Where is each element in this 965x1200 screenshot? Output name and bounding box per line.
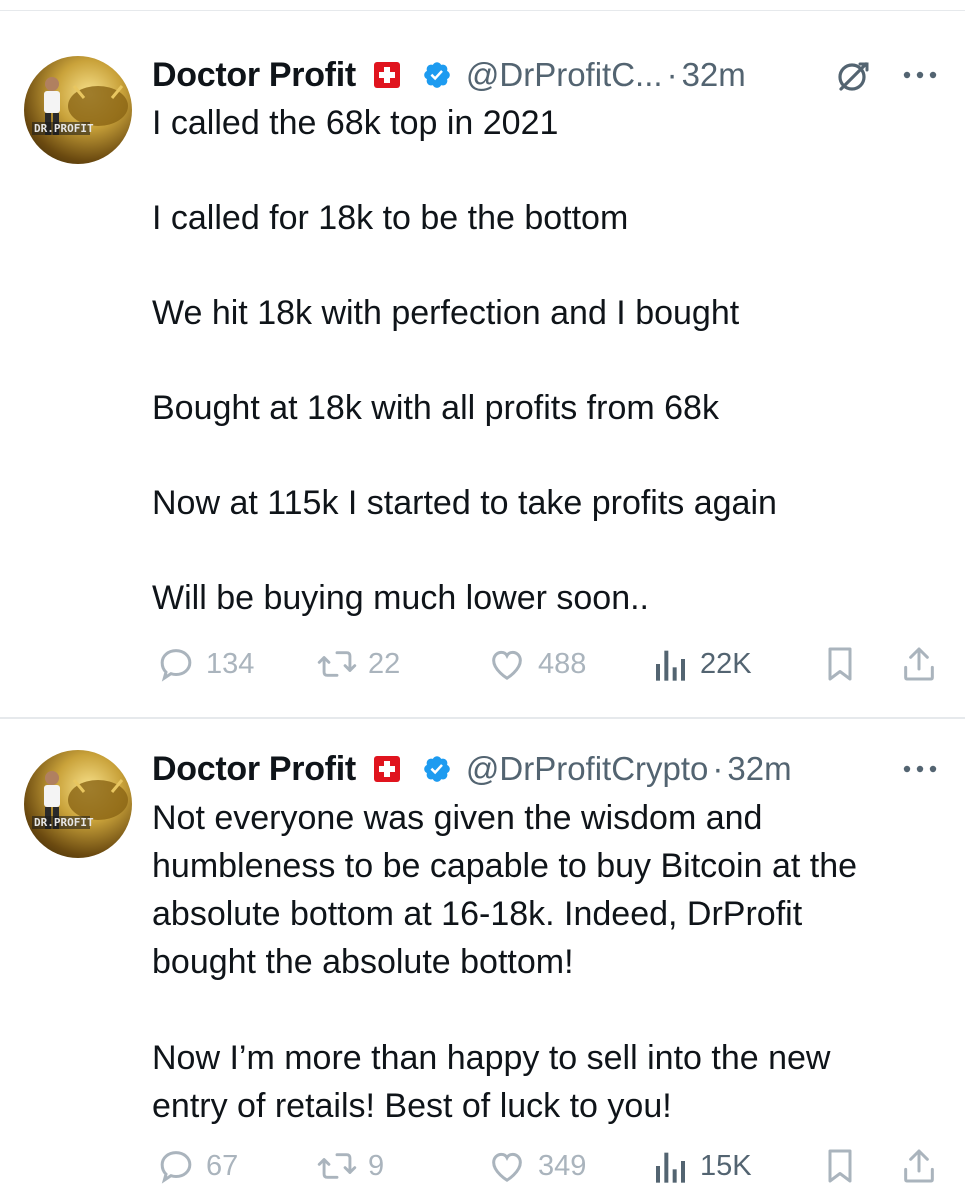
heart-icon [492, 650, 522, 680]
views-button[interactable]: 15K [652, 1144, 752, 1188]
views-icon [656, 1152, 685, 1183]
like-count: 349 [538, 1149, 587, 1182]
more-options-icon[interactable] [900, 762, 940, 776]
reply-button[interactable]: 134 [156, 642, 254, 686]
svg-text:DR.PROFIT: DR.PROFIT [34, 816, 94, 829]
swiss-flag-icon [373, 62, 400, 88]
tweet-text: Not everyone was given the wisdom and hu… [152, 799, 858, 1125]
share-icon [904, 1149, 934, 1183]
tweet-header: Doctor Profit @DrProfitC... · 32m [152, 54, 746, 96]
reply-count: 134 [206, 647, 255, 680]
retweet-button[interactable]: 9 [316, 1144, 384, 1188]
retweet-count: 9 [368, 1149, 385, 1182]
author-name[interactable]: Doctor Profit [152, 750, 356, 789]
share-button[interactable] [900, 642, 948, 686]
separator: · [712, 750, 724, 787]
tweet-header: Doctor Profit @DrProfitCrypto · 32m [152, 748, 792, 790]
view-count: 22K [700, 647, 752, 680]
top-divider [0, 10, 965, 11]
bookmark-button[interactable] [822, 1144, 868, 1188]
author-name[interactable]: Doctor Profit [152, 56, 356, 95]
reply-count: 67 [206, 1149, 239, 1182]
tweet-actions: 67 9 349 15K [152, 1144, 952, 1188]
reply-icon [160, 1151, 192, 1184]
timestamp[interactable]: 32m [682, 56, 746, 94]
share-icon [904, 647, 934, 681]
swiss-flag-icon [373, 756, 400, 782]
grok-icon[interactable] [835, 58, 871, 94]
views-icon [656, 650, 685, 681]
author-handle[interactable]: @DrProfitCrypto [466, 750, 709, 788]
more-options-icon[interactable] [900, 68, 940, 82]
avatar[interactable]: DR.PROFIT [24, 56, 132, 164]
like-button[interactable]: 349 [486, 1144, 586, 1188]
heart-icon [492, 1152, 522, 1182]
views-button[interactable]: 22K [652, 642, 752, 686]
retweet-icon [317, 651, 357, 677]
bookmark-button[interactable] [822, 642, 868, 686]
tweet-divider [0, 717, 965, 719]
tweet-text: I called the 68k top in 2021 I called fo… [152, 104, 777, 617]
tweet-actions: 134 22 488 22K [152, 642, 952, 686]
timestamp[interactable]: 32m [727, 750, 791, 788]
view-count: 15K [700, 1149, 752, 1182]
verified-badge-icon [424, 62, 450, 88]
like-button[interactable]: 488 [486, 642, 586, 686]
reply-icon [160, 649, 192, 682]
svg-text:DR.PROFIT: DR.PROFIT [34, 122, 94, 135]
reply-button[interactable]: 67 [156, 1144, 238, 1188]
avatar[interactable]: DR.PROFIT [24, 750, 132, 858]
verified-badge-icon [424, 756, 450, 782]
separator: · [666, 56, 678, 93]
bookmark-icon [828, 1149, 852, 1183]
retweet-count: 22 [368, 647, 401, 680]
retweet-icon [317, 1153, 357, 1179]
share-button[interactable] [900, 1144, 948, 1188]
retweet-button[interactable]: 22 [316, 642, 400, 686]
bookmark-icon [828, 647, 852, 681]
like-count: 488 [538, 647, 587, 680]
author-handle[interactable]: @DrProfitC... [466, 56, 663, 94]
